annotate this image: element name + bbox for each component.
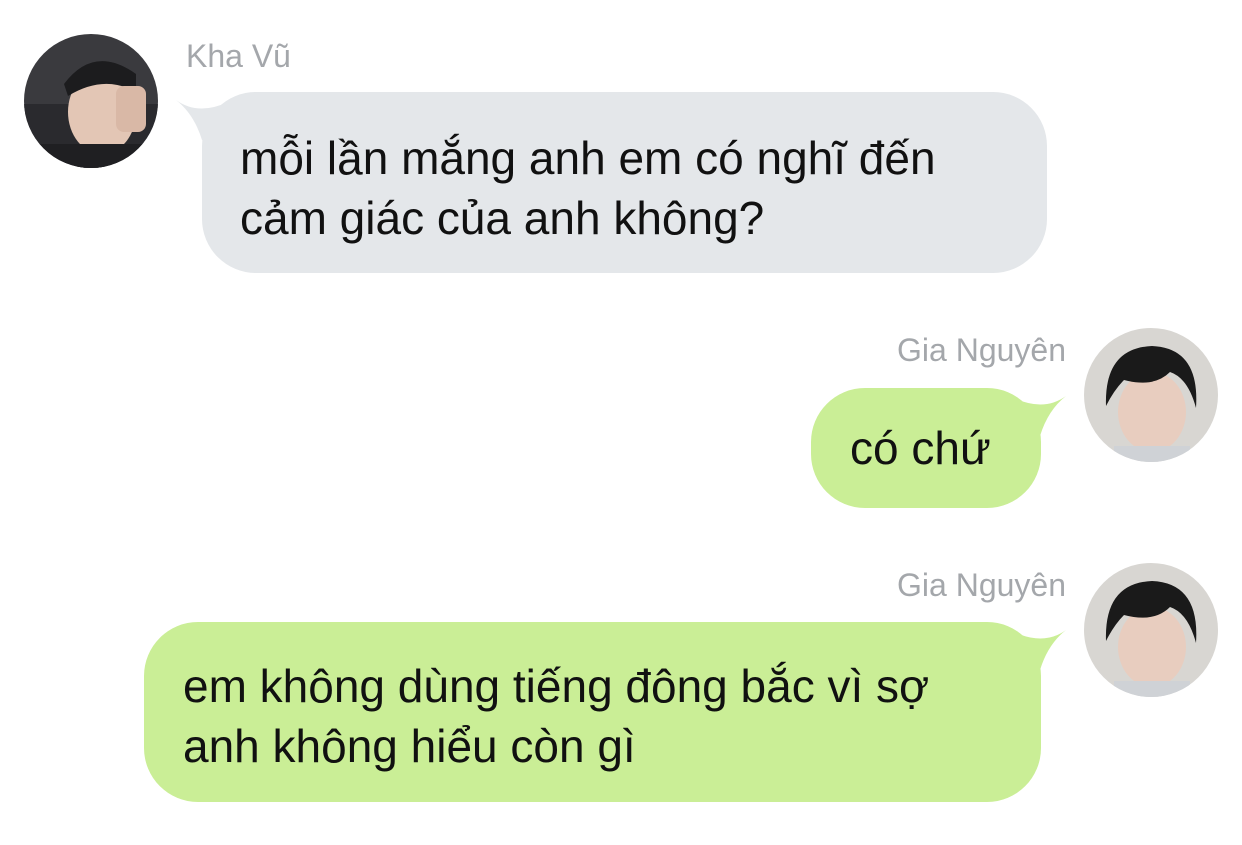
avatar-gia-nguyen[interactable] <box>1084 328 1218 462</box>
message-bubble-outgoing[interactable]: em không dùng tiếng đông bắc vì sợ anh k… <box>144 622 1041 802</box>
avatar-kha-vu[interactable] <box>24 34 158 168</box>
message-text-line: cảm giác của anh không? <box>240 192 765 244</box>
sender-name: Gia Nguyên <box>897 332 1066 368</box>
message-text-line: em không dùng tiếng đông bắc vì sợ <box>183 660 930 712</box>
message-bubble-outgoing[interactable]: có chứ <box>811 388 1041 508</box>
message-bubble-incoming[interactable]: mỗi lần mắng anh em có nghĩ đến cảm giác… <box>202 92 1047 273</box>
avatar-gia-nguyen[interactable] <box>1084 563 1218 697</box>
message-text-line: có chứ <box>850 422 991 474</box>
sender-name: Gia Nguyên <box>897 567 1066 603</box>
sender-name: Kha Vũ <box>186 38 291 74</box>
message-text-line: anh không hiểu còn gì <box>183 720 636 772</box>
message-text-line: mỗi lần mắng anh em có nghĩ đến <box>240 132 936 184</box>
